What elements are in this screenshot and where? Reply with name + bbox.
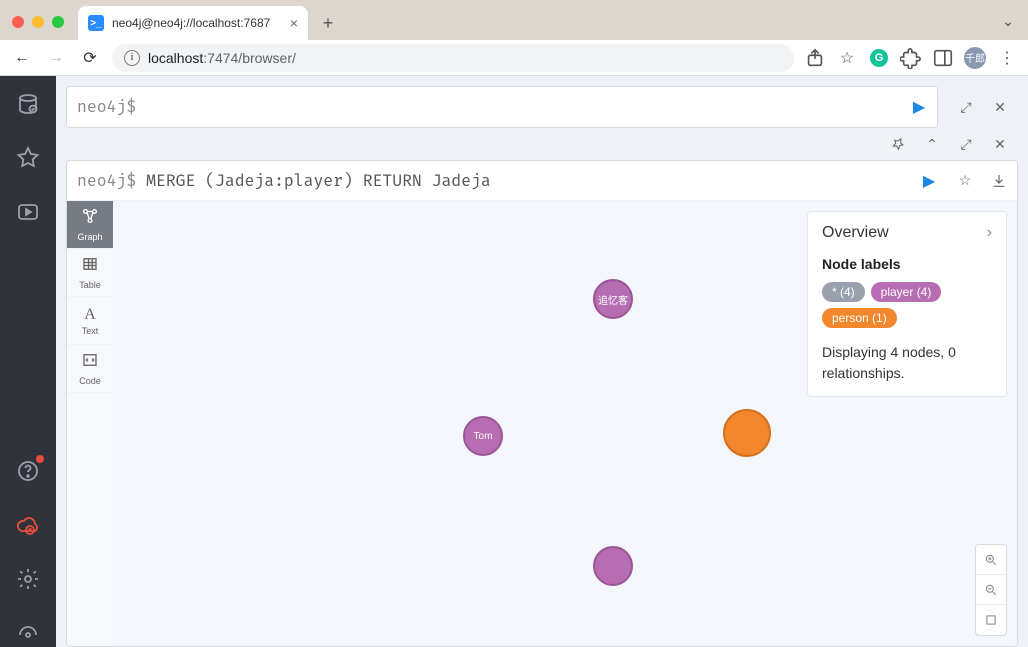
close-icon[interactable]: ✕ [990, 134, 1010, 154]
url-field[interactable]: i localhost:7474/browser/ [112, 44, 794, 72]
table-icon [81, 255, 99, 278]
new-tab-button[interactable]: + [314, 9, 342, 37]
result-frame-toolbar: ⌃ ⤢ ✕ [66, 134, 1018, 154]
favorites-star-icon[interactable] [14, 144, 42, 172]
editor-prompt: neo4j$ [67, 97, 146, 117]
tab-favicon: >_ [88, 15, 104, 31]
graph-node[interactable] [593, 546, 633, 586]
overview-status: Displaying 4 nodes, 0 relationships. [822, 342, 992, 384]
text-icon: A [84, 306, 96, 324]
label-pill[interactable]: player (4) [871, 282, 942, 302]
zoom-fit-button[interactable] [976, 605, 1006, 635]
main-editor[interactable]: neo4j$ ▶ [66, 86, 938, 128]
pin-icon[interactable] [888, 134, 908, 154]
code-icon [81, 351, 99, 374]
result-prompt: neo4j$ [67, 171, 146, 191]
result-query-row: neo4j$ MERGE (Jadeja:player) RETURN Jade… [67, 161, 1017, 201]
fullscreen-icon[interactable]: ⤢ [956, 97, 976, 117]
collapse-up-icon[interactable]: ⌃ [922, 134, 942, 154]
window-controls [12, 16, 64, 28]
tabs-dropdown-button[interactable]: ⌄ [1002, 13, 1014, 30]
profile-avatar[interactable]: 千郎 [964, 47, 986, 69]
tab-label: Graph [77, 232, 102, 242]
kebab-menu-icon[interactable]: ⋮ [996, 47, 1018, 69]
side-panel-icon[interactable] [932, 47, 954, 69]
label-pill[interactable]: person (1) [822, 308, 897, 328]
guides-play-icon[interactable] [14, 198, 42, 226]
share-icon[interactable] [804, 47, 826, 69]
tab-code[interactable]: Code [67, 345, 113, 393]
url-text: localhost:7474/browser/ [148, 50, 296, 66]
label-pill[interactable]: * (4) [822, 282, 865, 302]
tab-label: Code [79, 376, 101, 386]
app-sidebar [0, 76, 56, 647]
view-tabs: Graph Table A Text [67, 201, 113, 646]
overview-subtitle: Node labels [822, 256, 992, 272]
database-icon[interactable] [14, 90, 42, 118]
forward-button[interactable]: → [44, 46, 68, 70]
tab-label: Text [82, 326, 99, 336]
editor-tools: ⤢ ✕ [948, 97, 1018, 117]
label-pills: * (4) player (4) person (1) [822, 282, 992, 328]
neo4j-browser-app: neo4j$ ▶ ⤢ ✕ ⌃ ⤢ ✕ neo4j$ MERGE (Jadeja:… [0, 76, 1028, 647]
site-info-icon[interactable]: i [124, 50, 140, 66]
download-icon[interactable] [989, 171, 1009, 191]
back-button[interactable]: ← [10, 46, 34, 70]
window-minimize-button[interactable] [32, 16, 44, 28]
result-query-text: MERGE (Jadeja:player) RETURN Jadeja [146, 171, 911, 191]
graph-node[interactable]: 追忆客 [593, 279, 633, 319]
notification-dot [36, 455, 44, 463]
window-close-button[interactable] [12, 16, 24, 28]
browser-tab[interactable]: >_ neo4j@neo4j://localhost:7687 × [78, 6, 308, 40]
window-maximize-button[interactable] [52, 16, 64, 28]
result-body: Graph Table A Text [67, 201, 1017, 646]
graph-icon [81, 207, 99, 230]
tab-text[interactable]: A Text [67, 297, 113, 345]
result-frame: neo4j$ MERGE (Jadeja:player) RETURN Jade… [66, 160, 1018, 647]
browser-toolbar: ← → ⟳ i localhost:7474/browser/ ☆ G 千郎 ⋮ [0, 40, 1028, 76]
tab-graph[interactable]: Graph [67, 201, 113, 249]
browser-tab-strip: >_ neo4j@neo4j://localhost:7687 × + ⌄ [0, 0, 1028, 40]
graph-node[interactable]: Tom [463, 416, 503, 456]
help-icon[interactable] [14, 457, 42, 485]
graph-node[interactable] [723, 409, 771, 457]
reload-button[interactable]: ⟳ [78, 46, 102, 70]
tab-table[interactable]: Table [67, 249, 113, 297]
zoom-out-button[interactable] [976, 575, 1006, 605]
cloud-error-icon[interactable] [14, 511, 42, 539]
graph-canvas[interactable]: Overview › Node labels * (4) player (4) pe… [113, 201, 1017, 646]
run-button[interactable]: ▶ [901, 97, 937, 117]
tab-title: neo4j@neo4j://localhost:7687 [112, 16, 282, 30]
overview-chevron-icon[interactable]: › [987, 224, 992, 242]
fullscreen-icon[interactable]: ⤢ [956, 134, 976, 154]
overview-title: Overview [822, 224, 889, 242]
rerun-button[interactable]: ▶ [911, 171, 947, 191]
favorite-star-icon[interactable]: ☆ [955, 171, 975, 191]
extensions-puzzle-icon[interactable] [900, 47, 922, 69]
zoom-in-button[interactable] [976, 545, 1006, 575]
main-content: neo4j$ ▶ ⤢ ✕ ⌃ ⤢ ✕ neo4j$ MERGE (Jadeja:… [56, 76, 1028, 647]
bookmark-star-icon[interactable]: ☆ [836, 47, 858, 69]
overview-panel: Overview › Node labels * (4) player (4) pe… [807, 211, 1007, 397]
about-icon[interactable] [14, 619, 42, 647]
close-icon[interactable]: ✕ [990, 97, 1010, 117]
tab-label: Table [79, 280, 101, 290]
grammarly-extension-icon[interactable]: G [868, 47, 890, 69]
zoom-controls [975, 544, 1007, 636]
tab-close-button[interactable]: × [290, 15, 298, 31]
main-editor-row: neo4j$ ▶ ⤢ ✕ [66, 86, 1018, 128]
settings-gear-icon[interactable] [14, 565, 42, 593]
